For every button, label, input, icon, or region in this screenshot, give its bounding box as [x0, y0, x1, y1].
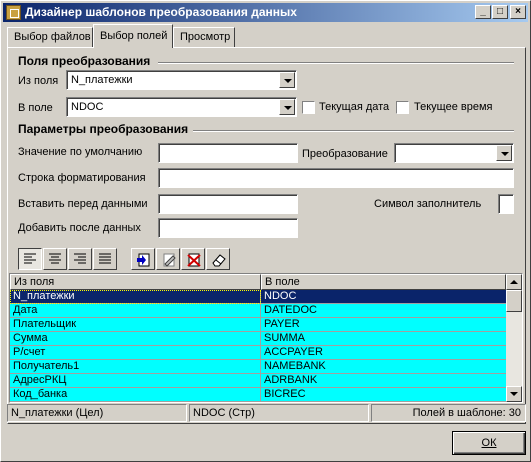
title-bar[interactable]: Дизайнер шаблонов преобразования данных … — [3, 3, 528, 22]
dialog-window: Дизайнер шаблонов преобразования данных … — [0, 0, 531, 462]
eraser-icon — [212, 254, 226, 267]
column-header-from[interactable]: Из поля — [10, 274, 261, 290]
tab-field-selection[interactable]: Выбор полей — [93, 24, 173, 48]
cell-from: Плательщик — [10, 318, 261, 332]
cell-to: DATEDOC — [264, 304, 317, 316]
cell-from: Сумма — [10, 332, 261, 346]
default-value-label: Значение по умолчанию — [18, 146, 143, 158]
app-icon — [6, 5, 21, 20]
align-right-button[interactable] — [68, 248, 92, 270]
align-center-button[interactable] — [43, 248, 67, 270]
tab-file-selection[interactable]: Выбор файлов — [7, 27, 93, 47]
append-after-input[interactable] — [158, 218, 298, 238]
format-string-label: Строка форматирования — [18, 172, 146, 184]
insert-before-label: Вставить перед данными — [18, 198, 148, 210]
current-time-checkbox[interactable] — [396, 101, 409, 114]
add-field-icon — [137, 253, 150, 267]
from-field-select[interactable]: N_платежки — [66, 70, 297, 90]
status-fields-count: Полей в шаблоне: 30 — [371, 404, 526, 422]
grid-rows: N_платежки NDOC Дата DATEDOC Плательщик PAY… — [10, 290, 506, 402]
current-date-checkbox[interactable] — [302, 101, 315, 114]
edit-field-icon — [163, 253, 176, 267]
align-justify-button[interactable] — [93, 248, 117, 270]
minimize-button[interactable]: _ — [475, 5, 491, 19]
table-row[interactable]: Сумма SUMMA — [10, 332, 506, 346]
append-after-label: Добавить после данных — [18, 222, 141, 234]
insert-before-input[interactable] — [158, 194, 298, 214]
current-date-label: Текущая дата — [319, 101, 390, 113]
cell-from: Дата — [10, 304, 261, 318]
table-row[interactable]: АдресРКЦ ADRBANK — [10, 374, 506, 388]
conversion-select[interactable] — [394, 143, 514, 163]
conversion-label: Преобразование — [302, 148, 388, 160]
cell-from: АдресРКЦ — [10, 374, 261, 388]
align-left-icon — [24, 253, 36, 264]
align-right-icon — [74, 253, 86, 264]
fill-char-label: Символ заполнитель — [374, 198, 482, 210]
cell-to: NDOC — [264, 290, 297, 302]
table-row[interactable]: N_платежки NDOC — [10, 290, 506, 304]
conversion-fields-title: Поля преобразования — [18, 54, 151, 68]
from-field-value: N_платежки — [71, 74, 133, 86]
align-center-icon — [49, 253, 61, 264]
edit-field-button[interactable] — [156, 248, 180, 270]
cell-to: ADRBANK — [264, 374, 318, 386]
status-source-field: N_платежки (Цел) — [7, 404, 187, 422]
from-field-label: Из поля — [18, 75, 59, 87]
conversion-params-title: Параметры преобразования — [18, 122, 189, 136]
group-divider — [193, 130, 514, 132]
clear-button[interactable] — [206, 248, 230, 270]
field-mapping-grid[interactable]: Из поля В поле N_платежки NDOC Дата DATEDO… — [9, 273, 523, 403]
close-button[interactable]: × — [510, 5, 526, 19]
window-title: Дизайнер шаблонов преобразования данных — [25, 5, 297, 19]
current-time-label: Текущее время — [414, 101, 493, 113]
to-field-select[interactable]: NDOC — [66, 97, 297, 117]
cell-to: ACCPAYER — [264, 346, 323, 358]
add-field-button[interactable] — [131, 248, 155, 270]
delete-field-icon — [187, 253, 201, 267]
status-target-field: NDOC (Стр) — [189, 404, 369, 422]
column-header-to[interactable]: В поле — [261, 274, 506, 290]
chevron-down-icon[interactable] — [496, 145, 512, 161]
table-row[interactable]: Р/счет ACCPAYER — [10, 346, 506, 360]
chevron-down-icon[interactable] — [279, 99, 295, 115]
group-divider — [158, 62, 514, 64]
table-row[interactable]: Получатель1 NAMEBANK — [10, 360, 506, 374]
ok-button[interactable]: ОК — [452, 431, 526, 455]
default-value-input[interactable] — [158, 143, 298, 163]
table-row[interactable]: Плательщик PAYER — [10, 318, 506, 332]
fill-char-input[interactable] — [498, 194, 514, 214]
cell-from: N_платежки — [10, 290, 261, 304]
cell-to: PAYER — [264, 318, 300, 330]
grid-header: Из поля В поле — [10, 274, 506, 290]
table-row[interactable]: Код_банка BICREC — [10, 388, 506, 402]
chevron-down-icon[interactable] — [279, 72, 295, 88]
maximize-button[interactable]: □ — [492, 5, 508, 19]
scroll-down-icon[interactable] — [506, 386, 522, 402]
scroll-up-icon[interactable] — [506, 274, 522, 290]
delete-field-button[interactable] — [181, 248, 205, 270]
to-field-value: NDOC — [71, 101, 104, 113]
tab-preview[interactable]: Просмотр — [173, 27, 235, 47]
to-field-label: В поле — [18, 102, 53, 114]
cell-from: Получатель1 — [10, 360, 261, 374]
cell-from: Код_банка — [10, 388, 261, 402]
align-left-button[interactable] — [18, 248, 42, 270]
scroll-thumb[interactable] — [506, 290, 522, 312]
ok-button-label: ОК — [481, 437, 497, 449]
cell-to: NAMEBANK — [264, 360, 326, 372]
cell-from: Р/счет — [10, 346, 261, 360]
cell-to: SUMMA — [264, 332, 305, 344]
format-string-input[interactable] — [158, 168, 514, 188]
cell-to: BICREC — [264, 388, 306, 400]
align-justify-icon — [99, 253, 111, 264]
table-row[interactable]: Дата DATEDOC — [10, 304, 506, 318]
vertical-scrollbar[interactable] — [506, 274, 522, 402]
status-bar: N_платежки (Цел) NDOC (Стр) Полей в шабл… — [7, 404, 526, 422]
